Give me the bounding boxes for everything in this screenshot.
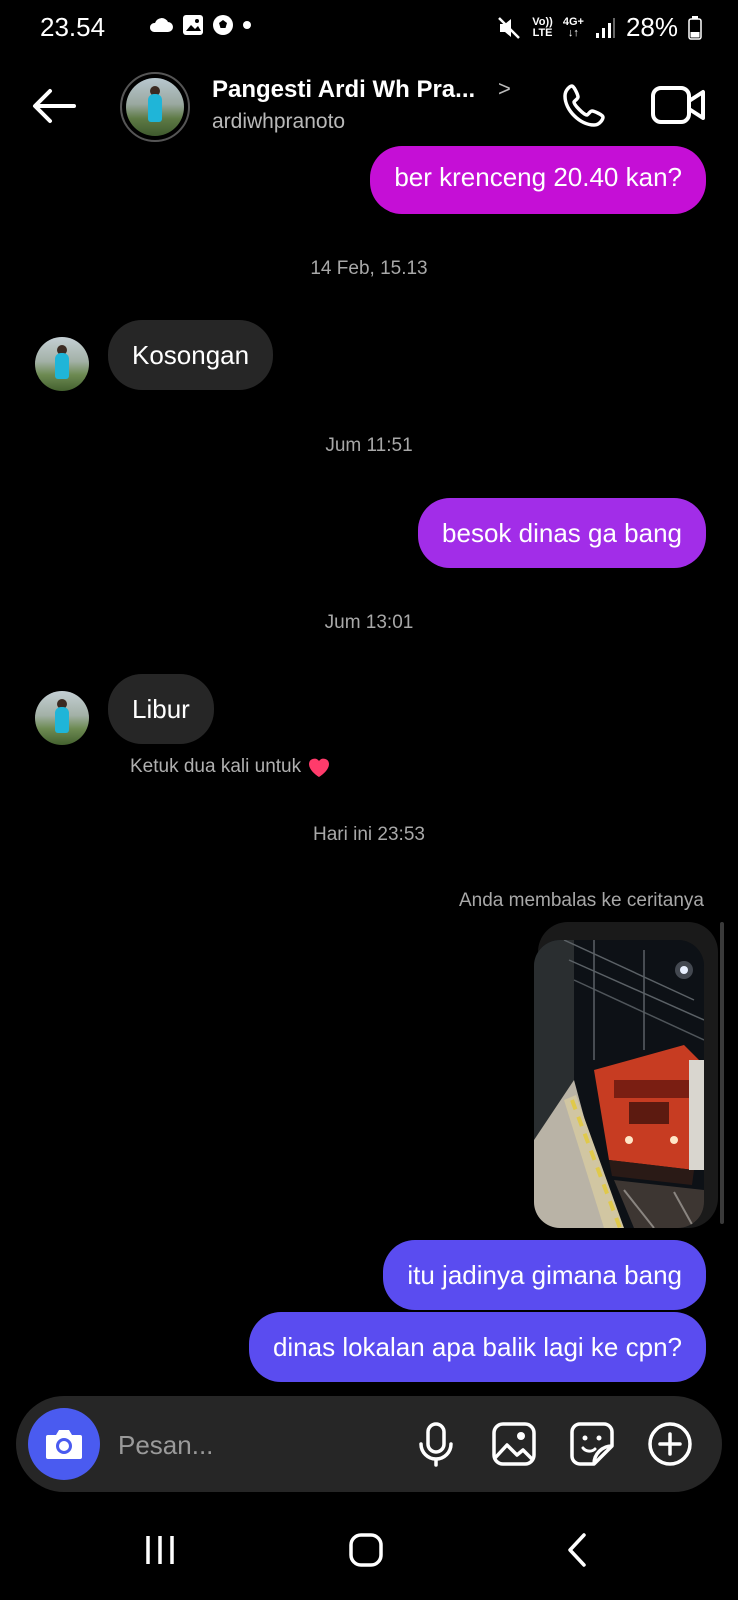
- message-outgoing[interactable]: itu jadinya gimana bang: [383, 1240, 706, 1310]
- message-incoming[interactable]: Kosongan: [108, 320, 274, 390]
- back-nav-icon[interactable]: [558, 1530, 598, 1570]
- volte-indicator: Vo)) LTE: [532, 15, 553, 39]
- train-station-image: [534, 940, 704, 1228]
- status-bar: 23.54 Vo)) LTE 4G+ ↓↑ 28%: [0, 0, 738, 56]
- sender-avatar[interactable]: [35, 337, 89, 391]
- double-tap-hint: Ketuk dua kali untuk: [130, 756, 331, 778]
- timestamp: Jum 13:01: [324, 612, 414, 633]
- battery-icon: [688, 15, 702, 40]
- battery-percent: 28%: [625, 12, 678, 42]
- message-input[interactable]: [116, 1418, 390, 1472]
- message-incoming[interactable]: Libur: [108, 674, 214, 744]
- system-nav-bar: [0, 1508, 738, 1600]
- message-outgoing[interactable]: besok dinas ga bang: [418, 498, 706, 568]
- microphone-icon[interactable]: [412, 1420, 460, 1468]
- sticker-icon[interactable]: [568, 1420, 616, 1468]
- hint-text: Ketuk dua kali untuk: [130, 756, 302, 777]
- timestamp: 14 Feb, 15.13: [310, 258, 428, 279]
- home-icon[interactable]: [346, 1530, 386, 1570]
- story-thumbnail[interactable]: [534, 940, 704, 1228]
- camera-icon: [46, 1430, 82, 1459]
- message-outgoing[interactable]: ber krenceng 20.40 kan?: [370, 146, 706, 214]
- recents-icon[interactable]: [140, 1530, 180, 1570]
- mute-icon: [498, 16, 521, 39]
- contact-username[interactable]: ardiwhpranoto: [212, 110, 345, 134]
- soccer-icon: [213, 15, 233, 35]
- contact-name[interactable]: Pangesti Ardi Wh Pra...: [212, 76, 475, 104]
- video-call-icon[interactable]: [650, 82, 706, 128]
- scrollbar[interactable]: [720, 922, 724, 1224]
- status-notification-icons: [148, 14, 252, 36]
- plus-icon[interactable]: [646, 1420, 694, 1468]
- heart-icon: [309, 758, 330, 777]
- gallery-icon: [183, 15, 203, 35]
- image-icon[interactable]: [490, 1420, 538, 1468]
- avatar: [126, 78, 184, 136]
- cloud-icon: [149, 18, 173, 32]
- chevron-right-icon[interactable]: >: [498, 76, 511, 102]
- message-composer: [16, 1396, 722, 1492]
- message-outgoing[interactable]: dinas lokalan apa balik lagi ke cpn?: [248, 1312, 706, 1382]
- status-time: 23.54: [40, 12, 106, 42]
- timestamp: Hari ini 23:53: [313, 824, 425, 845]
- phone-call-icon[interactable]: [560, 80, 610, 130]
- status-right: Vo)) LTE 4G+ ↓↑ 28%: [496, 12, 702, 43]
- story-reply-label: Anda membalas ke ceritanya: [458, 890, 704, 911]
- header-avatar[interactable]: [120, 72, 190, 142]
- signal-icon: [595, 17, 615, 38]
- camera-button[interactable]: [28, 1408, 100, 1480]
- sender-avatar[interactable]: [35, 691, 89, 745]
- data-indicator: 4G+ ↓↑: [562, 15, 584, 39]
- timestamp: Jum 11:51: [325, 435, 413, 456]
- back-arrow-icon[interactable]: [30, 86, 78, 126]
- dot-icon: [243, 21, 251, 29]
